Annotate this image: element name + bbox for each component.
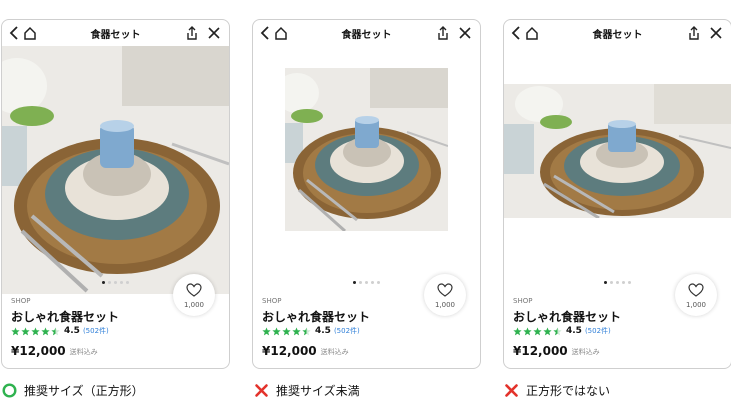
star-icon — [282, 326, 291, 335]
price: ¥12,000 — [262, 344, 317, 358]
close-icon[interactable] — [458, 25, 472, 41]
star-icon — [21, 326, 30, 335]
rating-row: 4.5 (502件) — [513, 326, 611, 338]
tableware-photo-icon — [2, 46, 229, 294]
product-photo[interactable] — [285, 68, 448, 231]
carousel-indicator — [504, 281, 731, 287]
review-count-link[interactable]: (502件) — [585, 326, 611, 336]
like-count: 1,000 — [685, 301, 707, 309]
half-star-icon — [302, 326, 311, 335]
shop-label[interactable]: SHOP — [513, 297, 532, 305]
cross-icon — [505, 384, 518, 397]
star-icon — [262, 326, 271, 335]
share-icon[interactable] — [687, 25, 701, 41]
carousel-dot[interactable] — [126, 281, 129, 284]
product-card-undersized: 食器セット 1,000 SHOP おしゃれ食器セット 4.5 (502件) ¥1… — [252, 19, 481, 369]
shop-label[interactable]: SHOP — [262, 297, 281, 305]
cross-icon — [255, 384, 268, 397]
carousel-dot[interactable] — [616, 281, 619, 284]
review-count-link[interactable]: (502件) — [83, 326, 109, 336]
product-name: おしゃれ食器セット — [11, 310, 120, 324]
carousel-indicator — [2, 281, 229, 287]
star-icon — [533, 326, 542, 335]
caption-not-square: 正方形ではない — [504, 382, 610, 402]
carousel-dot[interactable] — [610, 281, 613, 284]
shipping-label: 送料込み — [320, 347, 349, 356]
circle-icon — [2, 383, 17, 398]
header-bar: 食器セット — [2, 20, 229, 46]
product-photo[interactable] — [504, 84, 731, 218]
half-star-icon — [553, 326, 562, 335]
caption-text: 推奨サイズ未満 — [276, 384, 360, 398]
product-photo[interactable] — [2, 46, 229, 294]
tableware-photo-icon — [504, 84, 731, 218]
carousel-dot[interactable] — [622, 281, 625, 284]
rating-row: 4.5 (502件) — [11, 326, 109, 338]
star-icon — [523, 326, 532, 335]
like-count: 1,000 — [183, 301, 205, 309]
close-icon[interactable] — [709, 25, 723, 41]
star-icon — [292, 326, 301, 335]
caption-text: 正方形ではない — [526, 384, 611, 398]
carousel-dot[interactable] — [371, 281, 374, 284]
shipping-label: 送料込み — [69, 347, 98, 356]
star-icon — [31, 326, 40, 335]
half-star-icon — [51, 326, 60, 335]
product-image-area: 1,000 — [253, 46, 480, 316]
header-bar: 食器セット — [253, 20, 480, 46]
caption-recommended: 推奨サイズ（正方形） — [2, 382, 144, 402]
caption-undersized: 推奨サイズ未満 — [254, 382, 360, 402]
carousel-dot[interactable] — [377, 281, 380, 284]
star-icon — [11, 326, 20, 335]
product-card-square: 食器セット 1,000 SHOP おしゃれ食器セット 4.5 (502件) ¥1… — [1, 19, 230, 369]
star-icon — [41, 326, 50, 335]
product-image-area: 1,000 — [2, 46, 229, 316]
tableware-photo-icon — [285, 68, 448, 231]
star-icon — [272, 326, 281, 335]
star-icon — [543, 326, 552, 335]
rating-value: 4.5 — [64, 326, 80, 336]
review-count-link[interactable]: (502件) — [334, 326, 360, 336]
share-icon[interactable] — [185, 25, 199, 41]
header-bar: 食器セット — [504, 20, 731, 46]
carousel-dot[interactable] — [628, 281, 631, 284]
rating-value: 4.5 — [566, 326, 582, 336]
carousel-dot[interactable] — [359, 281, 362, 284]
price-row: ¥12,000 送料込み — [11, 344, 98, 358]
carousel-dot-active[interactable] — [353, 281, 356, 284]
price-row: ¥12,000 送料込み — [262, 344, 349, 358]
carousel-dot-active[interactable] — [604, 281, 607, 284]
price-row: ¥12,000 送料込み — [513, 344, 600, 358]
shop-label[interactable]: SHOP — [11, 297, 30, 305]
caption-text: 推奨サイズ（正方形） — [24, 384, 144, 398]
shipping-label: 送料込み — [571, 347, 600, 356]
carousel-dot[interactable] — [365, 281, 368, 284]
share-icon[interactable] — [436, 25, 450, 41]
close-icon[interactable] — [207, 25, 221, 41]
product-name: おしゃれ食器セット — [262, 310, 371, 324]
carousel-indicator — [253, 281, 480, 287]
product-name: おしゃれ食器セット — [513, 310, 622, 324]
like-count: 1,000 — [434, 301, 456, 309]
carousel-dot[interactable] — [114, 281, 117, 284]
star-icon — [513, 326, 522, 335]
carousel-dot[interactable] — [108, 281, 111, 284]
product-card-non-square: 食器セット 1,000 SHOP おしゃれ食器セット 4.5 (502件) ¥1… — [503, 19, 731, 369]
rating-value: 4.5 — [315, 326, 331, 336]
carousel-dot-active[interactable] — [102, 281, 105, 284]
rating-row: 4.5 (502件) — [262, 326, 360, 338]
product-image-area: 1,000 — [504, 46, 731, 316]
price: ¥12,000 — [513, 344, 568, 358]
carousel-dot[interactable] — [120, 281, 123, 284]
price: ¥12,000 — [11, 344, 66, 358]
